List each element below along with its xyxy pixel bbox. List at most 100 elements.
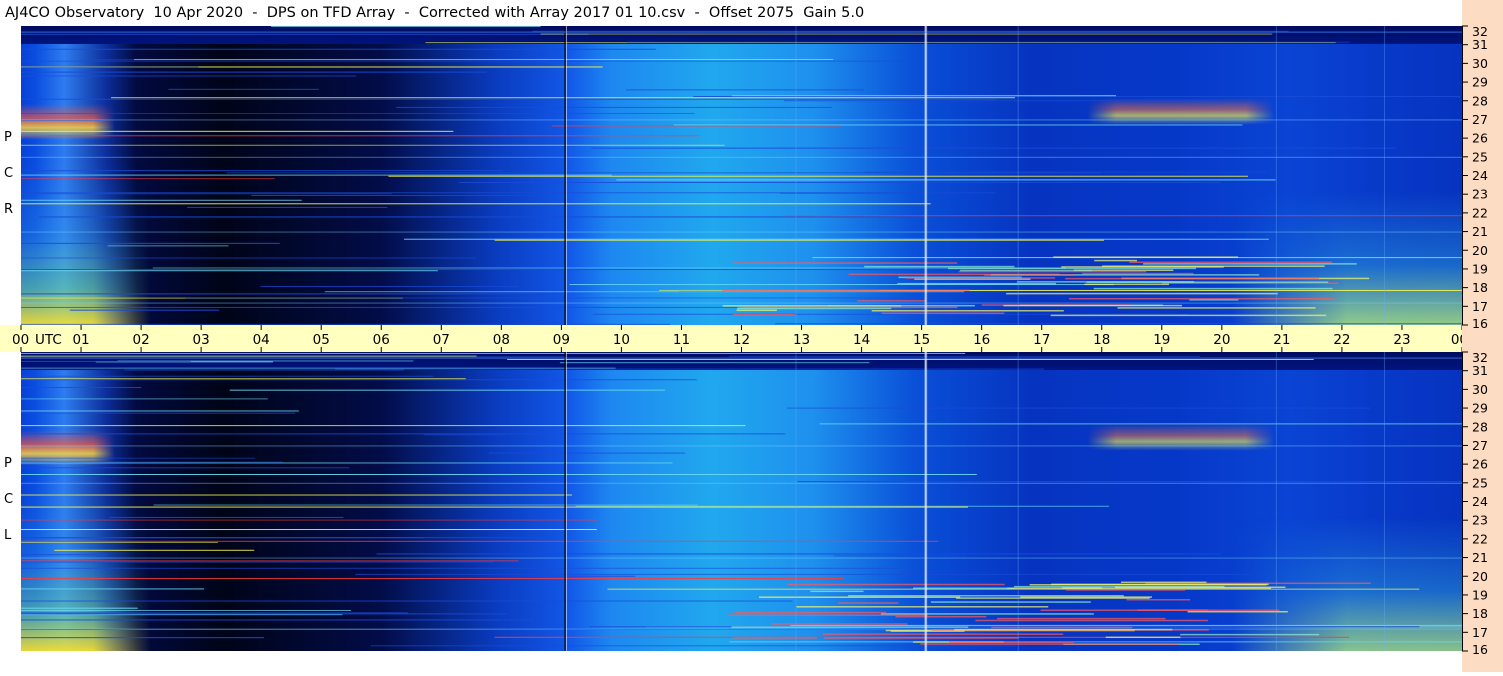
interference-streak <box>134 58 834 60</box>
interference-streak <box>21 75 357 77</box>
interference-streak <box>21 360 191 362</box>
emission-streak <box>947 267 1197 270</box>
vertical-band <box>795 26 797 325</box>
interference-streak <box>396 106 832 108</box>
interference-streak <box>21 612 408 614</box>
emission-streak <box>914 278 1031 280</box>
interference-streak <box>21 66 199 68</box>
interference-streak <box>783 100 1223 102</box>
frequency-tick-label: 19 <box>1472 587 1488 602</box>
emission-streak <box>848 595 1124 597</box>
interference-streak <box>335 368 1045 370</box>
emission-streak <box>1126 598 1191 601</box>
emission-streak <box>881 312 1005 314</box>
interference-streak <box>21 135 699 137</box>
emission-streak <box>1117 307 1316 309</box>
frequency-tick-label: 16 <box>1472 316 1488 331</box>
interference-streak <box>21 494 573 496</box>
time-tick-label: 17 <box>1033 332 1050 348</box>
time-tick-label: 16 <box>973 332 990 348</box>
time-tick-label: 18 <box>1093 332 1110 348</box>
emission-streak <box>1007 587 1272 590</box>
time-marker-line <box>924 352 927 651</box>
frequency-tick-label: 24 <box>1472 168 1488 183</box>
time-tick-label: 13 <box>793 332 810 348</box>
emission-streak <box>1069 297 1335 300</box>
polarization-letter: C <box>4 492 14 507</box>
time-tick-label: 01 <box>72 332 89 348</box>
interference-streak <box>591 147 1396 149</box>
time-tick-label: 08 <box>493 332 510 348</box>
emission-streak <box>810 590 864 593</box>
interference-streak <box>21 600 793 602</box>
interference-streak <box>21 433 786 435</box>
frequency-tick-label: 30 <box>1472 56 1488 71</box>
time-tick-label: 04 <box>253 332 270 348</box>
emission-streak <box>1187 610 1288 613</box>
polarization-label-upper: R C P <box>0 26 20 325</box>
interference-streak <box>21 48 657 50</box>
interference-streak <box>111 97 1016 99</box>
spectrogram-overlay <box>21 352 1462 651</box>
interference-streak <box>260 286 519 288</box>
time-marker-line <box>565 352 567 651</box>
emission-streak <box>1105 636 1181 639</box>
time-tick-label: 23 <box>1393 332 1410 348</box>
emission-streak <box>1065 277 1319 280</box>
frequency-tick-label: 26 <box>1472 457 1488 472</box>
emission-streak <box>796 606 1049 608</box>
time-tick-label: 14 <box>853 332 870 348</box>
interference-streak <box>626 41 1350 43</box>
spectrogram-overlay <box>21 26 1462 325</box>
time-tick-label: 09 <box>553 332 570 348</box>
interference-streak <box>107 245 229 247</box>
emission-streak <box>1020 596 1153 598</box>
emission-streak <box>722 289 970 292</box>
polarization-letter: P <box>4 456 12 471</box>
frequency-tick-label: 18 <box>1472 606 1488 621</box>
time-tick-label: 20 <box>1213 332 1230 348</box>
interference-streak <box>21 203 931 205</box>
frequency-tick-label: 25 <box>1472 149 1488 164</box>
emission-streak <box>1003 304 1183 307</box>
vertical-band <box>795 352 797 651</box>
frequency-tick-label: 22 <box>1472 205 1488 220</box>
interference-streak <box>21 112 695 114</box>
interference-streak <box>21 457 256 459</box>
emission-streak <box>1102 265 1325 267</box>
emission-streak <box>913 587 1014 589</box>
frequency-tick-label: 24 <box>1472 494 1488 509</box>
interference-streak <box>731 95 1116 97</box>
spectrogram-page: AJ4CO Observatory 10 Apr 2020 - DPS on T… <box>0 0 1503 672</box>
frequency-tick-label: 32 <box>1472 350 1488 365</box>
interference-streak <box>21 144 725 146</box>
frequency-axis-strip: 16 17 18 19 20 21 22 23 24 25 26 27 28 29 30 31 32 16 17 18… <box>1462 0 1503 672</box>
interference-streak <box>124 369 404 371</box>
interference-streak <box>22 356 566 358</box>
emission-streak <box>827 304 975 307</box>
interference-streak <box>21 33 589 35</box>
time-tick-label: 00 <box>12 332 29 348</box>
emission-streak <box>997 617 1166 620</box>
time-tick-label: 07 <box>433 332 450 348</box>
band-line <box>21 31 1462 33</box>
emission-streak <box>1051 583 1269 586</box>
frequency-tick-label: 17 <box>1472 299 1488 314</box>
interference-streak <box>21 387 142 389</box>
interference-streak <box>21 270 438 272</box>
interference-streak <box>21 529 597 531</box>
interference-streak <box>21 98 996 100</box>
interference-streak <box>185 297 914 299</box>
emission-streak <box>864 265 1015 268</box>
interference-streak <box>673 124 1243 126</box>
band-line <box>21 445 1462 447</box>
interference-streak <box>152 267 1066 269</box>
interference-streak <box>229 389 666 391</box>
band-line <box>21 357 1462 359</box>
interference-streak <box>21 560 519 562</box>
emission-streak <box>983 274 1077 276</box>
time-axis-unit: UTC <box>35 332 62 348</box>
interference-streak <box>21 467 350 469</box>
emission-streak <box>1180 633 1320 636</box>
emission-streak <box>759 596 961 598</box>
